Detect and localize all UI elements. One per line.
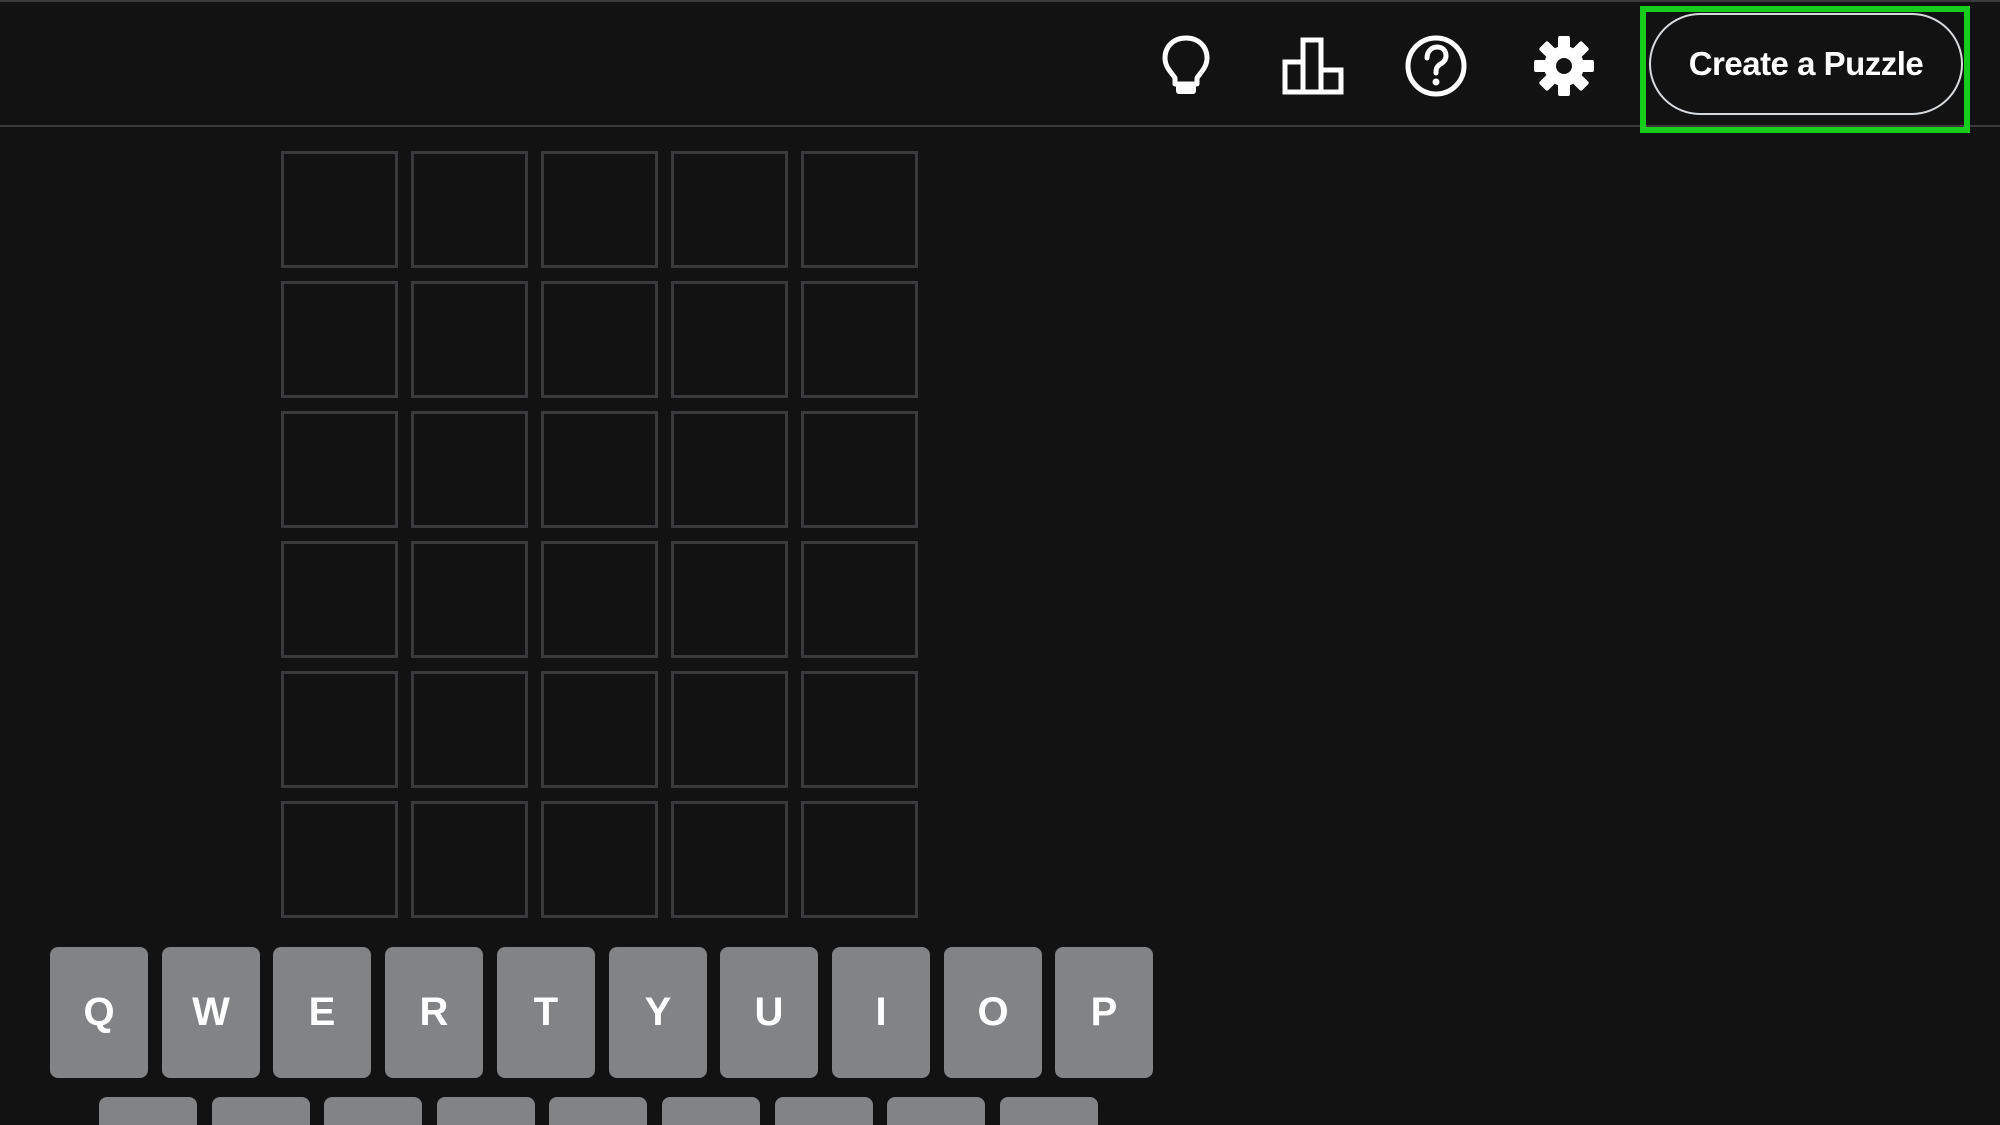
board-tile — [281, 801, 398, 918]
stats-button[interactable] — [1275, 28, 1351, 104]
board-tile — [281, 411, 398, 528]
keyboard-key[interactable] — [1000, 1097, 1098, 1125]
board-tile — [281, 541, 398, 658]
board-tile — [801, 671, 918, 788]
gear-icon — [1532, 34, 1596, 98]
hint-button[interactable] — [1148, 28, 1224, 104]
board-tile — [541, 801, 658, 918]
board-tile — [411, 151, 528, 268]
board-tile — [801, 411, 918, 528]
board-tile — [411, 671, 528, 788]
board-tile — [671, 151, 788, 268]
keyboard-key[interactable] — [775, 1097, 873, 1125]
key-i[interactable]: I — [832, 947, 930, 1078]
board-tile — [541, 411, 658, 528]
board-tile — [671, 541, 788, 658]
board-tile — [801, 151, 918, 268]
board-tile — [671, 671, 788, 788]
key-p[interactable]: P — [1055, 947, 1153, 1078]
keyboard-key[interactable] — [212, 1097, 310, 1125]
board-tile — [671, 411, 788, 528]
board-tile — [411, 801, 528, 918]
game-board — [281, 151, 919, 923]
board-tile — [671, 801, 788, 918]
board-tile — [801, 281, 918, 398]
key-e[interactable]: E — [273, 947, 371, 1078]
create-puzzle-button[interactable]: Create a Puzzle — [1649, 13, 1963, 115]
key-q[interactable]: Q — [50, 947, 148, 1078]
settings-button[interactable] — [1526, 28, 1602, 104]
board-tile — [281, 281, 398, 398]
key-u[interactable]: U — [720, 947, 818, 1078]
keyboard-key[interactable] — [437, 1097, 535, 1125]
key-y[interactable]: Y — [609, 947, 707, 1078]
question-circle-icon — [1404, 34, 1468, 98]
lightbulb-icon — [1160, 34, 1212, 98]
help-button[interactable] — [1398, 28, 1474, 104]
board-tile — [281, 671, 398, 788]
top-header: Create a Puzzle — [0, 0, 2000, 133]
board-tile — [541, 151, 658, 268]
board-tile — [541, 281, 658, 398]
wordle-app: Create a Puzzle QWERTYUIOP — [0, 0, 2000, 1125]
keyboard-key[interactable] — [324, 1097, 422, 1125]
board-tile — [411, 541, 528, 658]
key-t[interactable]: T — [497, 947, 595, 1078]
board-tile — [541, 671, 658, 788]
key-w[interactable]: W — [162, 947, 260, 1078]
board-tile — [801, 801, 918, 918]
keyboard-key[interactable] — [662, 1097, 760, 1125]
board-tile — [541, 541, 658, 658]
header-top-border — [0, 0, 2000, 2]
keyboard-key[interactable] — [99, 1097, 197, 1125]
keyboard-key[interactable] — [549, 1097, 647, 1125]
board-tile — [411, 281, 528, 398]
board-tile — [671, 281, 788, 398]
board-tile — [281, 151, 398, 268]
keyboard-key[interactable] — [887, 1097, 985, 1125]
key-r[interactable]: R — [385, 947, 483, 1078]
board-tile — [801, 541, 918, 658]
board-tile — [411, 411, 528, 528]
key-o[interactable]: O — [944, 947, 1042, 1078]
bar-chart-icon — [1281, 36, 1345, 96]
